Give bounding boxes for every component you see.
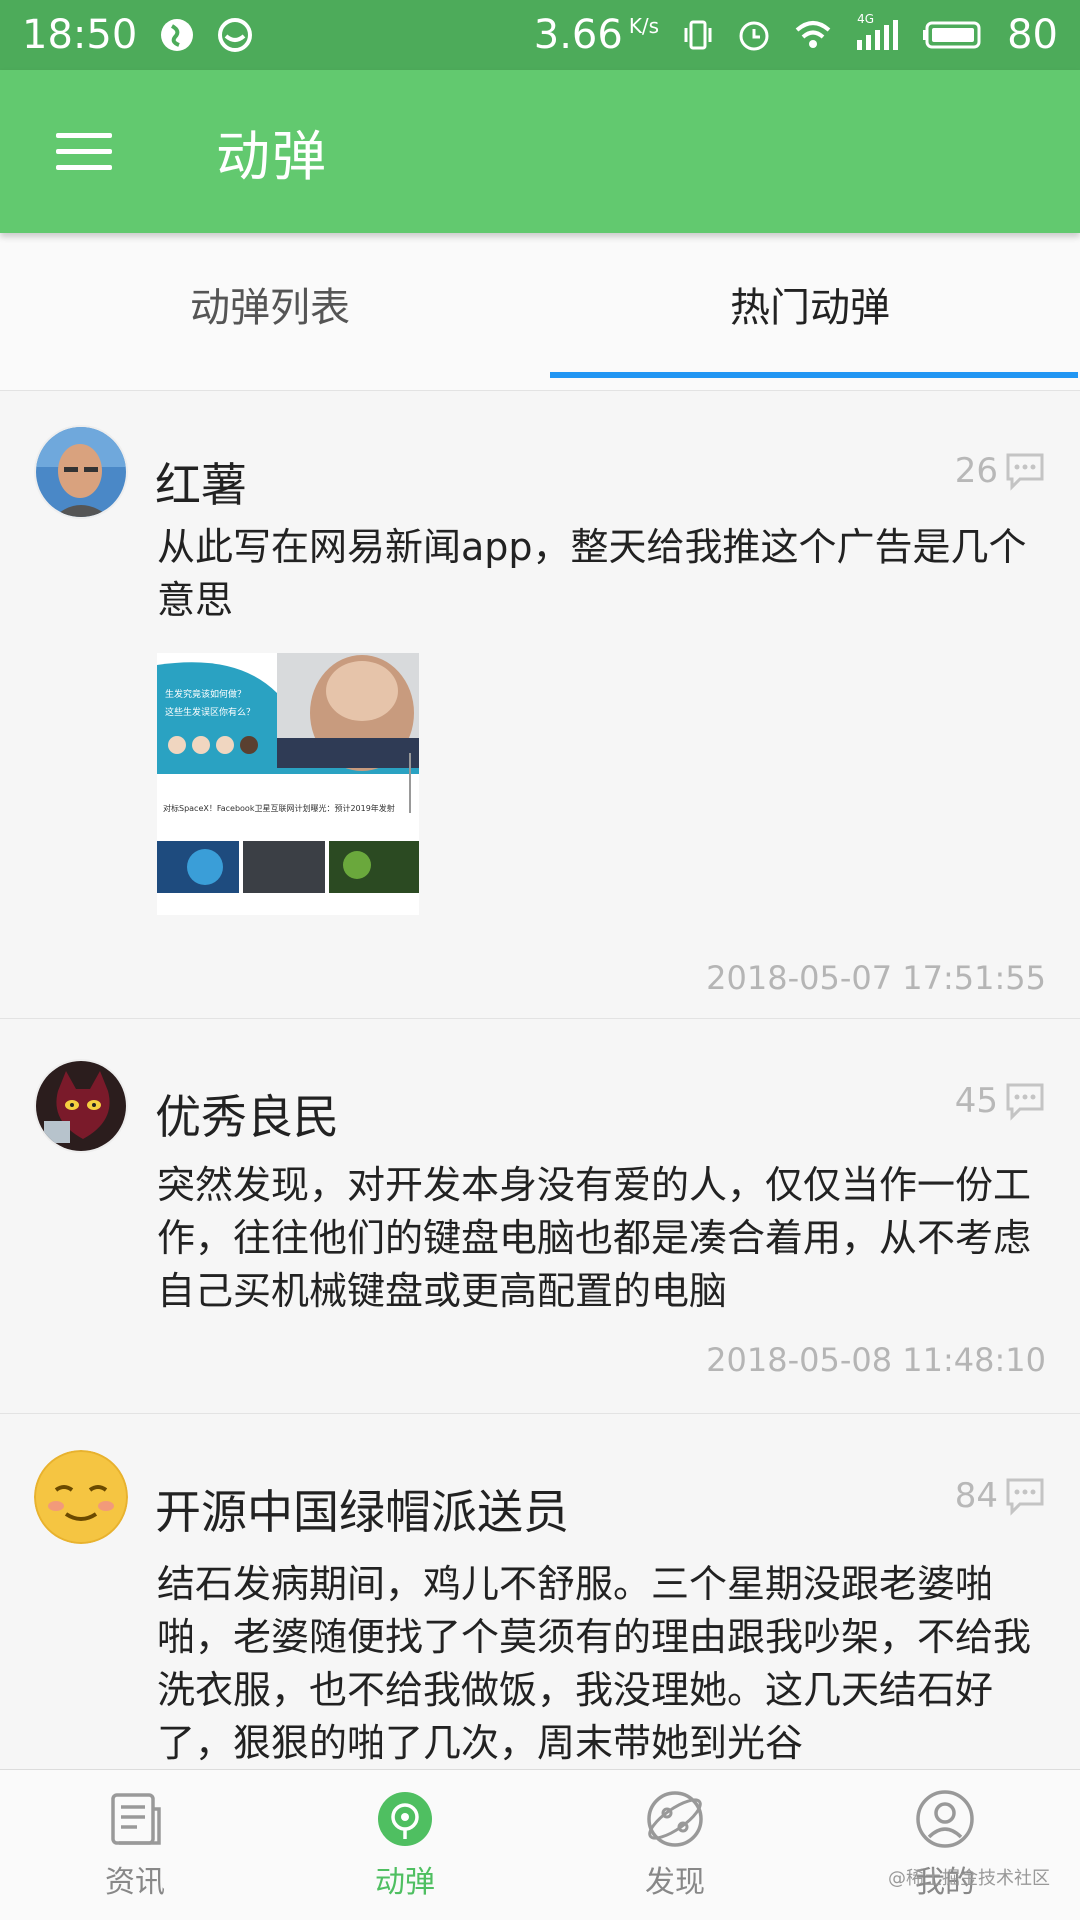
tweet-feed[interactable]: 红薯 26 从此写在网易新闻app，整天给我推这个广告是几个意思 生发究竟该如何… [0,391,1080,1769]
tweet-icon [378,1792,432,1846]
tweet-content: 突然发现，对开发本身没有爱的人，仅仅当作一份工作，往往他们的键盘电脑也都是凑合着… [157,1163,1032,1313]
tweet-content: 结石发病期间，鸡儿不舒服。三个星期没跟老婆啪啪，老婆随便找了个莫须有的理由跟我吵… [157,1562,1032,1765]
app-notification-icon [217,17,253,53]
nav-news[interactable]: 资讯 [0,1770,270,1920]
menu-icon [56,133,112,138]
comment-count[interactable]: 84 [955,1476,1046,1516]
tab-tweet-list[interactable]: 动弹列表 [0,233,540,390]
avatar[interactable] [34,1059,128,1153]
ad-caption: 对标SpaceX！Facebook卫星互联网计划曝光：预计2019年发射 [163,804,395,813]
tweet-time: 2018-05-08 11:48:10 [706,1341,1046,1379]
avatar[interactable] [34,1450,128,1544]
tweet-item[interactable]: 优秀良民 45 突然发现，对开发本身没有爱的人，仅仅当作一份工作，往往他们的键盘… [0,1019,1080,1414]
signal-icon: 4G [855,12,901,52]
comment-count[interactable]: 45 [955,1081,1046,1121]
author-name[interactable]: 开源中国绿帽派送员 [155,1476,569,1542]
status-bar: 18:50 3.66 K/s 4G 80 [0,0,1080,70]
watermark: @稀土掘金技术社区 [888,1868,1050,1889]
news-icon [111,1793,161,1845]
notification-icon [159,17,195,53]
page-title: 动弹 [216,125,328,188]
ad-banner-line1: 生发究竟该如何做？ [165,690,247,700]
tab-hot-tweets[interactable]: 热门动弹 [540,233,1080,390]
bottom-nav: 资讯 动弹 发现 我的 @稀土掘金技术社区 [0,1769,1080,1920]
nav-discover[interactable]: 发现 [540,1770,810,1920]
comment-count[interactable]: 26 [955,451,1046,491]
vibrate-icon [681,18,715,52]
profile-icon [916,1790,974,1848]
tweet-item[interactable]: 开源中国绿帽派送员 84 结石发病期间，鸡儿不舒服。三个星期没跟老婆啪啪，老婆随… [0,1414,1080,1769]
comment-icon [1006,453,1044,491]
tweet-time: 2018-05-07 17:51:55 [706,959,1046,997]
author-name[interactable]: 红薯 [155,449,247,515]
tab-bar: 动弹列表 热门动弹 [0,233,1080,391]
comment-icon [1006,1083,1044,1121]
tweet-content: 从此写在网易新闻app，整天给我推这个广告是几个意思 [157,525,1027,622]
app-bar: 动弹 [0,70,1080,233]
ad-banner-line2: 这些生发误区你有么？ [165,708,256,718]
status-time: 18:50 [22,12,138,58]
battery-level: 80 [1007,12,1058,58]
battery-icon [923,20,985,50]
planet-icon [647,1791,703,1847]
nav-profile[interactable]: 我的 [810,1770,1080,1920]
avatar[interactable] [34,425,128,519]
net-speed: 3.66 K/s [533,12,660,58]
author-name[interactable]: 优秀良民 [155,1081,339,1147]
menu-button[interactable] [42,110,126,194]
wifi-icon [793,18,833,52]
alarm-icon [737,18,771,52]
nav-tweet[interactable]: 动弹 [270,1770,540,1920]
tweet-item[interactable]: 红薯 26 从此写在网易新闻app，整天给我推这个广告是几个意思 生发究竟该如何… [0,391,1080,1019]
comment-icon [1006,1478,1044,1516]
tweet-image[interactable]: 生发究竟该如何做？ 这些生发误区你有么？ 对标SpaceX！Facebook卫星… [157,653,419,915]
